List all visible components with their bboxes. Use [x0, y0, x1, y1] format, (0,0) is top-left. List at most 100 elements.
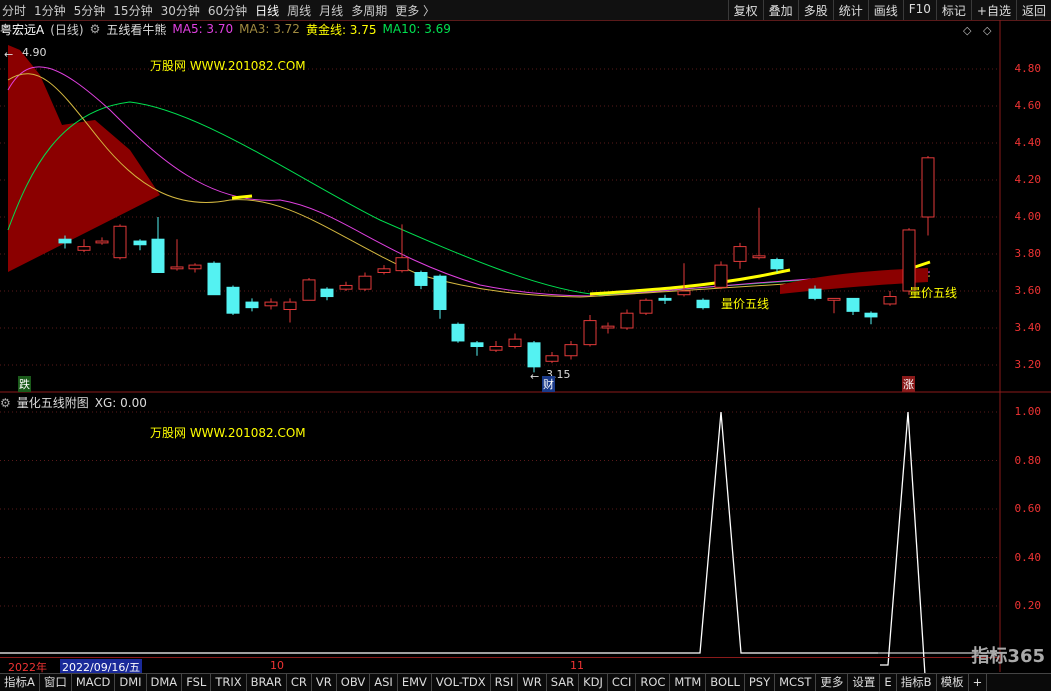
candle-body — [133, 240, 147, 246]
candle-body — [696, 299, 710, 309]
sub-tick: 0.80 — [1014, 453, 1042, 467]
candle-body — [639, 299, 653, 314]
price-tick: 4.40 — [1014, 136, 1042, 149]
candle-body — [377, 268, 391, 273]
price-tick: 4.20 — [1014, 173, 1042, 186]
period-tab-4[interactable]: 30分钟 — [161, 2, 200, 19]
indicator-tab-10[interactable]: OBV — [337, 674, 371, 691]
indicator-tab-2[interactable]: MACD — [72, 674, 116, 691]
candle-body — [620, 312, 634, 329]
stock-name: 粤宏远A — [0, 22, 45, 37]
candle-body — [658, 297, 672, 301]
indicator-tab-27[interactable]: 指标B — [897, 674, 937, 691]
toolbar-button-8[interactable]: 返回 — [1015, 0, 1051, 20]
indicator-tab-9[interactable]: VR — [312, 674, 337, 691]
indicator-tab-19[interactable]: ROC — [636, 674, 671, 691]
price-tick: 3.60 — [1014, 284, 1042, 297]
gear-icon[interactable]: ⚙ — [90, 22, 101, 36]
gear-icon[interactable]: ⚙ — [0, 396, 11, 410]
indicator-tab-25[interactable]: 设置 — [848, 674, 881, 691]
indicator-tab-28[interactable]: 模板 — [937, 674, 969, 691]
period-tab-5[interactable]: 60分钟 — [208, 2, 247, 19]
toolbar-buttons: 复权 叠加 多股 统计 画线 F10 标记 +自选 返回 — [727, 0, 1051, 20]
candle-body — [470, 342, 484, 347]
candle-body — [77, 246, 91, 251]
indicator-tab-15[interactable]: WR — [518, 674, 547, 691]
indicator-tab-22[interactable]: PSY — [745, 674, 776, 691]
candle-body — [113, 225, 127, 259]
indicator-tab-11[interactable]: ASI — [370, 674, 398, 691]
candle-body — [283, 301, 297, 311]
toolbar-button-0[interactable]: 复权 — [727, 0, 763, 20]
candle-body — [714, 264, 728, 288]
indicator-tab-5[interactable]: FSL — [182, 674, 212, 691]
toolbar-button-7[interactable]: +自选 — [970, 0, 1016, 20]
sub-indicator-name[interactable]: 量化五线附图 — [17, 394, 89, 411]
candle-body — [339, 284, 353, 290]
month-11: 11 — [570, 659, 584, 672]
candle-body — [601, 325, 615, 329]
svg-text:←: ← — [4, 48, 13, 61]
toolbar-button-5[interactable]: F10 — [902, 0, 936, 20]
watermark-bottom: 万股网 WWW.201082.COM — [150, 426, 306, 440]
toolbar-button-1[interactable]: 叠加 — [762, 0, 798, 20]
candle-body — [564, 344, 578, 357]
toolbar-button-3[interactable]: 统计 — [832, 0, 868, 20]
month-10: 10 — [270, 659, 284, 672]
indicator-tab-14[interactable]: RSI — [491, 674, 519, 691]
site-logo: 指标365 — [971, 646, 1045, 667]
period-tab-6[interactable]: 日线 — [255, 2, 279, 19]
svg-text:←: ← — [530, 370, 539, 383]
indicator-tab-24[interactable]: 更多 — [816, 674, 849, 691]
indicator-tab-6[interactable]: TRIX — [211, 674, 247, 691]
die-marker: 跌 — [18, 376, 31, 392]
candle-body — [414, 272, 428, 286]
price-tick: 4.80 — [1014, 62, 1042, 75]
indicator-tab-4[interactable]: DMA — [147, 674, 183, 691]
toolbar-button-2[interactable]: 多股 — [797, 0, 833, 20]
indicator-tab-12[interactable]: EMV — [398, 674, 432, 691]
candle-body — [545, 355, 559, 362]
indicator-tab-29[interactable]: + — [969, 674, 988, 691]
period-tab-1[interactable]: 1分钟 — [34, 2, 66, 19]
period-tab-10[interactable]: 更多 〉 — [395, 2, 435, 19]
indicator-tab-3[interactable]: DMI — [115, 674, 147, 691]
indicator-tab-1[interactable]: 窗口 — [40, 674, 72, 691]
candle-body — [583, 320, 597, 346]
period-tab-9[interactable]: 多周期 — [351, 2, 387, 19]
liangjia-label-2: 量价五线 — [909, 286, 958, 300]
indicator-tab-21[interactable]: BOLL — [706, 674, 745, 691]
candle-body — [752, 255, 766, 259]
indicator-tab-0[interactable]: 指标A — [0, 674, 40, 691]
candlestick-chart[interactable]: ← ← ◇ ◇ — [0, 0, 1051, 690]
price-tick: 4.00 — [1014, 210, 1042, 223]
price-tick: 3.40 — [1014, 321, 1042, 334]
sub-tick: 0.60 — [1014, 502, 1042, 515]
period-tab-2[interactable]: 5分钟 — [74, 2, 106, 19]
toolbar-button-6[interactable]: 标记 — [935, 0, 971, 20]
candle-body — [302, 279, 316, 301]
toolbar-button-4[interactable]: 画线 — [867, 0, 903, 20]
period-tab-8[interactable]: 月线 — [319, 2, 343, 19]
period-tab-0[interactable]: 分时 — [2, 2, 26, 19]
price-tick: 3.80 — [1014, 247, 1042, 260]
candle-body — [808, 288, 822, 299]
indicator-tab-13[interactable]: VOL-TDX — [432, 674, 491, 691]
indicator-tab-16[interactable]: SAR — [547, 674, 580, 691]
indicator-tab-23[interactable]: MCST — [775, 674, 817, 691]
candle-body — [921, 157, 935, 218]
liangjia-label-1: 量价五线 — [721, 297, 770, 311]
indicator-name[interactable]: 五线看牛熊 — [106, 21, 166, 38]
candle-body — [846, 297, 860, 312]
ma3-value: MA3: 3.72 — [239, 22, 300, 36]
period-tab-7[interactable]: 周线 — [287, 2, 311, 19]
indicator-tab-8[interactable]: CR — [287, 674, 312, 691]
period-tab-3[interactable]: 15分钟 — [113, 2, 152, 19]
indicator-tab-18[interactable]: CCI — [608, 674, 637, 691]
indicator-tab-17[interactable]: KDJ — [579, 674, 608, 691]
candle-body — [902, 229, 916, 292]
candle-body — [770, 259, 784, 270]
indicator-tab-7[interactable]: BRAR — [247, 674, 287, 691]
indicator-tab-20[interactable]: MTM — [670, 674, 707, 691]
indicator-tab-26[interactable]: E — [880, 674, 897, 691]
